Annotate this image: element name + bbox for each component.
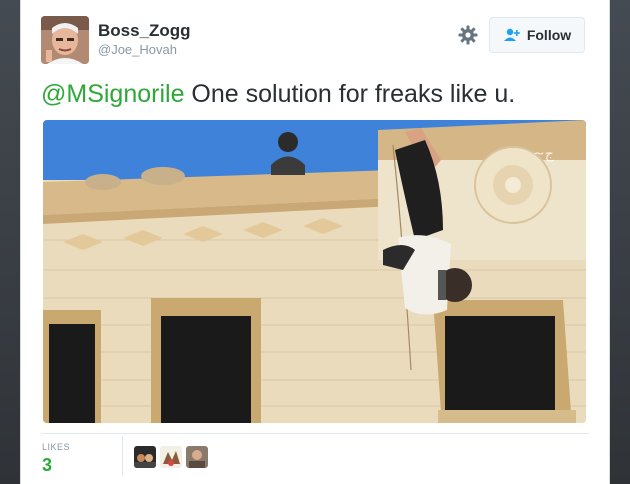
follow-button[interactable]: Follow <box>489 17 585 53</box>
mention-link[interactable]: @MSignorile <box>41 80 184 108</box>
avatar-portrait-image <box>41 16 89 64</box>
tweet-text: @MSignorile One solution for freaks like… <box>41 80 601 109</box>
gear-icon <box>458 25 478 45</box>
follow-button-label: Follow <box>526 27 572 43</box>
liker-avatar-image <box>186 446 208 468</box>
stats-vertical-divider <box>122 436 123 476</box>
settings-gear-button[interactable] <box>455 22 481 48</box>
user-display-name[interactable]: Boss_Zogg <box>98 21 191 41</box>
stats-divider-line <box>41 433 589 434</box>
liker-avatar[interactable] <box>186 446 208 468</box>
liker-avatar[interactable] <box>160 446 182 468</box>
svg-text:~ج: ~ج <box>533 146 555 162</box>
tweet-card: Boss_Zogg @Joe_Hovah Follow @MSignorile … <box>20 0 610 484</box>
likes-label: LIKES <box>42 442 71 452</box>
liker-avatar[interactable] <box>134 446 156 468</box>
likes-count[interactable]: 3 <box>42 455 52 476</box>
liker-avatar-image <box>134 446 156 468</box>
user-handle[interactable]: @Joe_Hovah <box>98 42 177 57</box>
liker-avatar-image <box>160 446 182 468</box>
add-user-icon <box>503 28 520 41</box>
media-photo-image: ~ج <box>43 120 586 423</box>
tweet-body: One solution for freaks like u. <box>184 80 516 108</box>
user-avatar[interactable] <box>41 16 89 64</box>
likers-avatars <box>134 446 208 468</box>
tweet-media-photo[interactable]: ~ج <box>43 120 586 423</box>
